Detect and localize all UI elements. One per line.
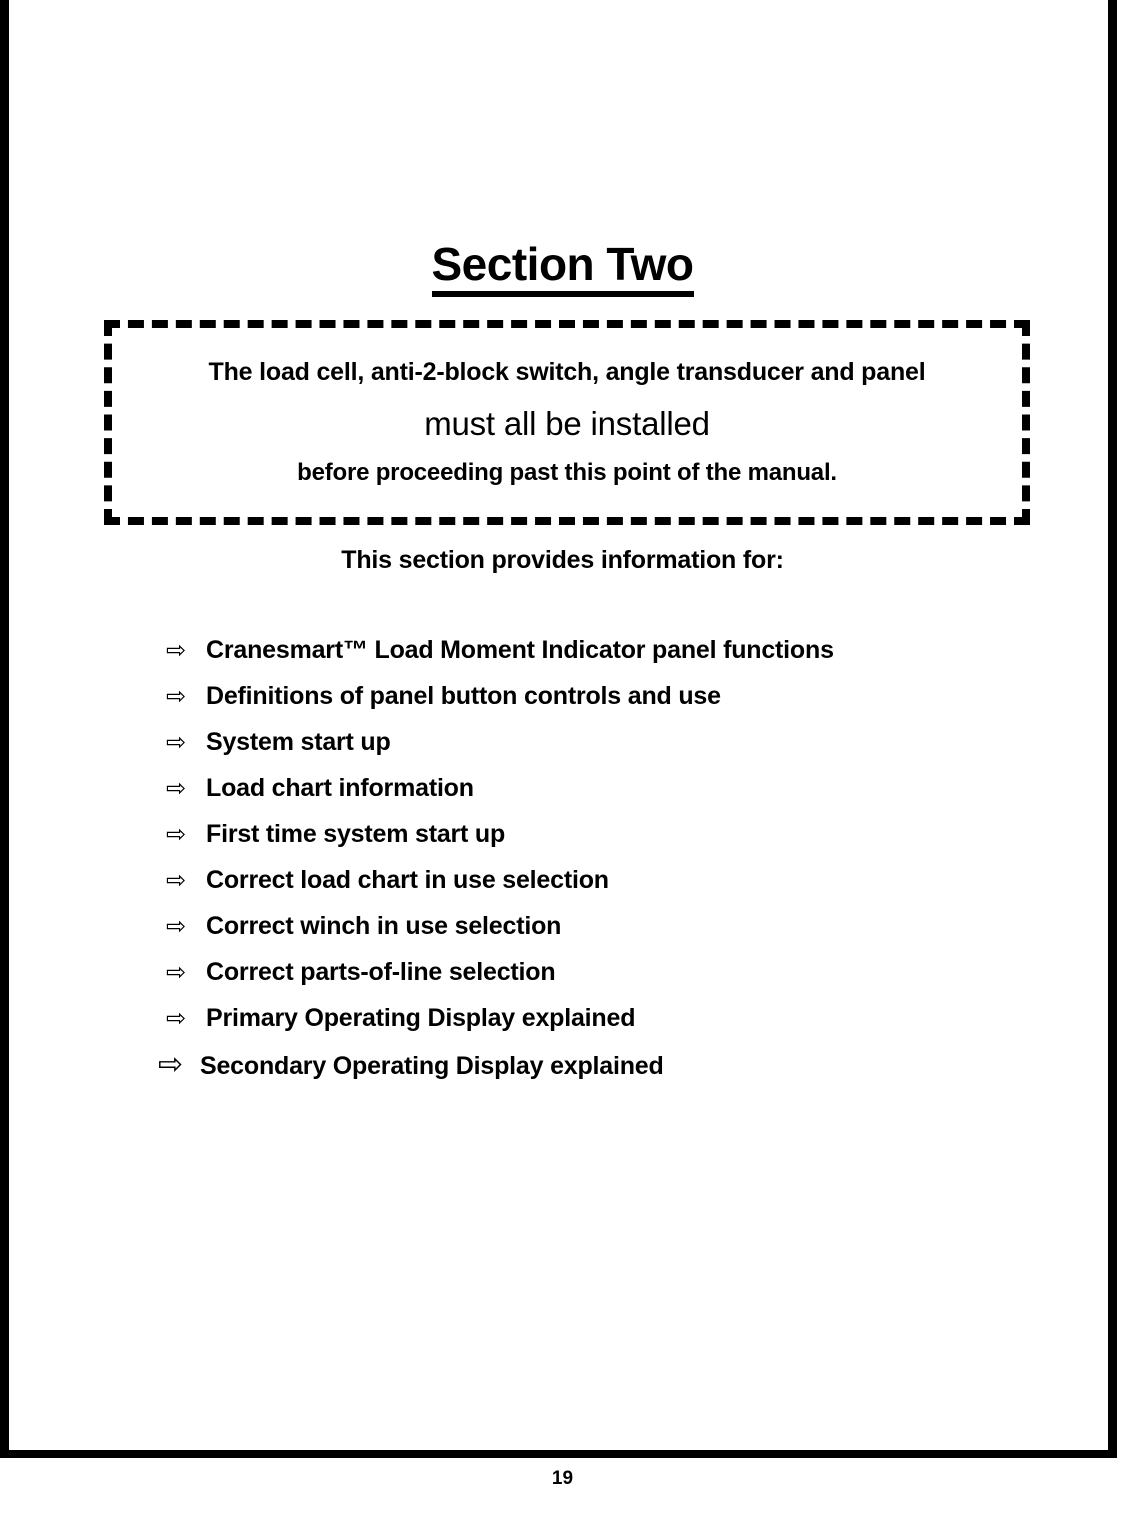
right-arrow-icon: ⇨ [166, 820, 187, 848]
right-arrow-icon: ⇨ [158, 1047, 184, 1082]
list-item-label: Correct parts-of-line selection [206, 958, 556, 986]
list-item-label: Load chart information [206, 774, 474, 802]
warning-line-1: The load cell, anti-2-block switch, angl… [208, 358, 926, 386]
list-item-label: Correct load chart in use selection [206, 866, 609, 894]
page-title: Section Two [0, 240, 1125, 298]
warning-line-3: before proceeding past this point of the… [297, 459, 837, 486]
right-arrow-icon: ⇨ [166, 912, 187, 940]
list-item: ⇨ System start up [0, 728, 1125, 774]
list-item-label: System start up [206, 728, 391, 756]
list-item: ⇨ Secondary Operating Display explained [0, 1050, 1125, 1096]
list-item-label: Secondary Operating Display explained [200, 1052, 664, 1080]
list-item: ⇨ Load chart information [0, 774, 1125, 820]
list-item: ⇨ Primary Operating Display explained [0, 1004, 1125, 1050]
list-item: ⇨ Correct winch in use selection [0, 912, 1125, 958]
right-arrow-icon: ⇨ [166, 682, 187, 710]
list-item-label: Primary Operating Display explained [206, 1004, 636, 1032]
page-number: 19 [551, 1468, 574, 1489]
page-border-bottom [0, 1450, 1117, 1458]
list-item-label: First time system start up [206, 820, 506, 848]
list-item-label: Cranesmart™ Load Moment Indicator panel … [206, 636, 834, 664]
list-item: ⇨ First time system start up [0, 820, 1125, 866]
right-arrow-icon: ⇨ [166, 866, 187, 894]
right-arrow-icon: ⇨ [166, 1004, 187, 1032]
list-item-label: Correct winch in use selection [206, 912, 562, 940]
right-arrow-icon: ⇨ [166, 636, 187, 664]
list-item-label: Definitions of panel button controls and… [206, 682, 721, 710]
warning-line-2: must all be installed [424, 405, 710, 442]
right-arrow-icon: ⇨ [166, 958, 187, 986]
page-title-text: Section Two [431, 240, 694, 298]
list-item: ⇨ Definitions of panel button controls a… [0, 682, 1125, 728]
right-arrow-icon: ⇨ [166, 728, 187, 756]
list-item: ⇨ Correct parts-of-line selection [0, 958, 1125, 1004]
document-page: Section Two The load cell, anti-2-block … [0, 0, 1125, 1515]
section-intro-text: This section provides information for: [341, 546, 784, 574]
list-item: ⇨ Cranesmart™ Load Moment Indicator pane… [0, 636, 1125, 682]
list-item: ⇨ Correct load chart in use selection [0, 866, 1125, 912]
section-contents-list: ⇨ Cranesmart™ Load Moment Indicator pane… [0, 636, 1125, 1096]
warning-callout-box: The load cell, anti-2-block switch, angl… [104, 320, 1030, 525]
right-arrow-icon: ⇨ [166, 774, 187, 802]
